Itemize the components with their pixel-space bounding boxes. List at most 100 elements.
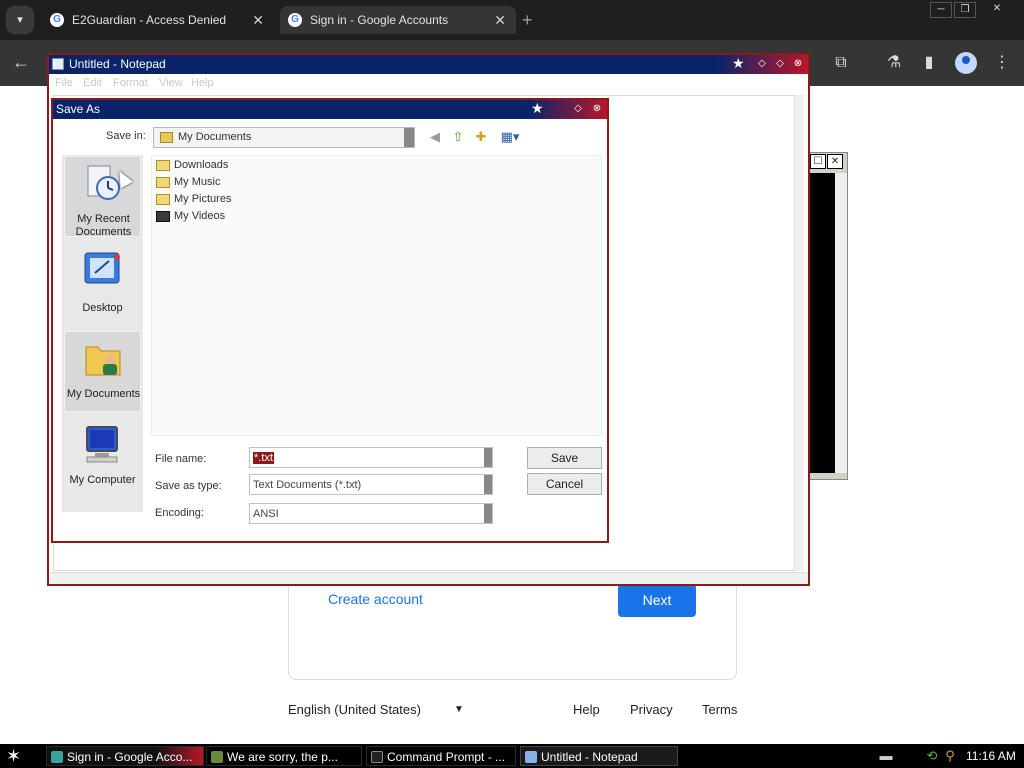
menu-file[interactable]: File: [55, 77, 73, 89]
cancel-button[interactable]: Cancel: [527, 473, 602, 495]
new-tab-button[interactable]: +: [522, 6, 533, 34]
next-button[interactable]: Next: [618, 584, 696, 617]
dropdown-arrow-icon[interactable]: [404, 128, 414, 147]
dropdown-arrow-icon[interactable]: [484, 504, 492, 523]
place-desktop[interactable]: Desktop: [64, 244, 141, 325]
save-as-type-value: Text Documents (*.txt): [253, 479, 362, 491]
notepad-title-bar[interactable]: Untitled - Notepad ★ ◇ ◇ ⊗: [49, 55, 808, 74]
tab-e2guardian[interactable]: G E2Guardian - Access Denied ✕: [42, 6, 274, 34]
footer-privacy-link[interactable]: Privacy: [630, 702, 673, 717]
notepad-icon: [52, 58, 64, 70]
start-star-icon[interactable]: ✶: [6, 744, 21, 768]
keyboard-icon[interactable]: ▬: [878, 748, 894, 764]
close-icon[interactable]: ⊗: [590, 102, 604, 116]
dialog-title: Save As: [56, 102, 101, 116]
encoding-select[interactable]: ANSI: [249, 503, 493, 524]
dropdown-arrow-icon[interactable]: [484, 475, 492, 494]
folder-icon: [156, 160, 170, 171]
search-icon[interactable]: ⚲: [942, 748, 958, 764]
dropdown-arrow-icon[interactable]: [484, 448, 492, 467]
save-in-label: Save in:: [106, 130, 146, 142]
footer-help-link[interactable]: Help: [573, 702, 600, 717]
menu-view[interactable]: View: [159, 77, 183, 89]
console-scrollbar[interactable]: [835, 173, 847, 473]
file-name: My Videos: [174, 210, 226, 222]
taskbar: ✶ Sign in - Google Acco... We are sorry,…: [0, 744, 1024, 768]
menu-help[interactable]: Help: [191, 77, 214, 89]
close-icon[interactable]: ⊗: [791, 57, 805, 71]
pin-icon[interactable]: ◇: [755, 57, 769, 71]
tab-title: E2Guardian - Access Denied: [72, 13, 227, 27]
browser-icon: [51, 751, 63, 763]
save-as-title-bar[interactable]: Save As ★ ◇ ⊗: [53, 100, 607, 119]
menu-format[interactable]: Format: [113, 77, 148, 89]
footer-terms-link[interactable]: Terms: [702, 702, 737, 717]
save-button[interactable]: Save: [527, 447, 602, 469]
cmd-icon: [371, 751, 383, 763]
encoding-label: Encoding:: [155, 507, 204, 519]
task-google-sign-in[interactable]: Sign in - Google Acco...: [46, 746, 204, 766]
up-folder-icon[interactable]: ⇧: [450, 129, 466, 145]
file-name-input[interactable]: *.txt: [249, 447, 493, 468]
save-as-type-select[interactable]: Text Documents (*.txt): [249, 474, 493, 495]
place-label: My Documents: [66, 388, 141, 400]
place-my-computer[interactable]: My Computer: [64, 418, 141, 499]
encoding-value: ANSI: [253, 508, 279, 520]
restore-icon[interactable]: ◇: [773, 57, 787, 71]
back-icon[interactable]: ◀: [427, 129, 443, 145]
desktop-screen: { "browser": { "tabs": [ {"title": "E2Gu…: [0, 0, 1024, 768]
task-label: Command Prompt - ...: [387, 750, 506, 764]
restore-button[interactable]: ❐: [954, 2, 976, 18]
tab-google-sign-in[interactable]: G Sign in - Google Accounts ✕: [280, 6, 516, 34]
side-panel-icon[interactable]: ▮: [918, 52, 940, 74]
new-folder-icon[interactable]: ✚: [473, 129, 489, 145]
notepad-scrollbar[interactable]: [794, 95, 804, 571]
extensions-icon[interactable]: ⧉: [830, 52, 852, 74]
tab-search-button[interactable]: ▾: [6, 6, 34, 34]
maximize-icon[interactable]: ☐: [810, 154, 826, 169]
task-we-are-sorry[interactable]: We are sorry, the p...: [206, 746, 362, 766]
close-window-button[interactable]: ✕: [986, 2, 1008, 18]
language-select[interactable]: English (United States): [288, 702, 421, 717]
place-my-documents[interactable]: My Documents: [64, 331, 141, 412]
create-account-link[interactable]: Create account: [328, 591, 423, 607]
caret-down-icon[interactable]: ▼: [454, 704, 464, 715]
chevron-down-icon: ▾: [17, 14, 23, 26]
star-icon: ★: [531, 100, 544, 116]
notepad-icon: [525, 751, 537, 763]
save-in-dropdown[interactable]: My Documents: [153, 127, 415, 148]
place-label: Desktop: [82, 302, 123, 314]
notepad-horizontal-scrollbar[interactable]: [49, 572, 808, 584]
help-icon[interactable]: ◇: [571, 102, 585, 116]
task-label: Untitled - Notepad: [541, 750, 638, 764]
view-menu-icon[interactable]: ▦▾: [498, 129, 522, 145]
back-arrow-icon[interactable]: ←: [12, 52, 30, 73]
file-name: Downloads: [174, 159, 229, 171]
labs-flask-icon[interactable]: ⚗: [883, 52, 905, 74]
console-area[interactable]: [809, 173, 835, 473]
task-label: We are sorry, the p...: [227, 750, 338, 764]
tab-close-icon[interactable]: ✕: [252, 6, 264, 34]
browser-tab-strip: ▾ G E2Guardian - Access Denied ✕ G Sign …: [0, 0, 1024, 40]
file-list[interactable]: Downloads My Music My Pictures My Videos: [151, 155, 602, 436]
close-icon[interactable]: ✕: [827, 154, 843, 169]
music-folder-icon: [156, 177, 170, 188]
task-notepad[interactable]: Untitled - Notepad: [520, 746, 678, 766]
place-label: My Recent Documents: [75, 213, 132, 238]
more-menu-icon[interactable]: ⋮: [991, 52, 1013, 74]
clock: 11:16 AM: [966, 749, 1016, 763]
minimize-button[interactable]: ─: [930, 2, 952, 18]
network-icon[interactable]: ⟲: [924, 748, 940, 764]
tab-title: Sign in - Google Accounts: [310, 13, 449, 27]
my-computer-icon: [86, 426, 118, 463]
place-my-recent-documents[interactable]: My Recent Documents: [64, 156, 141, 238]
task-command-prompt[interactable]: Command Prompt - ...: [366, 746, 516, 766]
save-as-body: Save in: My Documents ◀ ⇧ ✚ ▦▾ My Recent…: [53, 119, 607, 541]
places-bar: My Recent Documents Desktop My Documents…: [62, 155, 143, 512]
menu-edit[interactable]: Edit: [83, 77, 102, 89]
profile-avatar[interactable]: [955, 52, 977, 74]
file-name: My Music: [174, 176, 221, 188]
notepad-title: Untitled - Notepad: [69, 57, 166, 71]
command-prompt-window[interactable]: ☐ ✕: [808, 152, 848, 480]
tab-close-icon[interactable]: ✕: [494, 6, 506, 34]
